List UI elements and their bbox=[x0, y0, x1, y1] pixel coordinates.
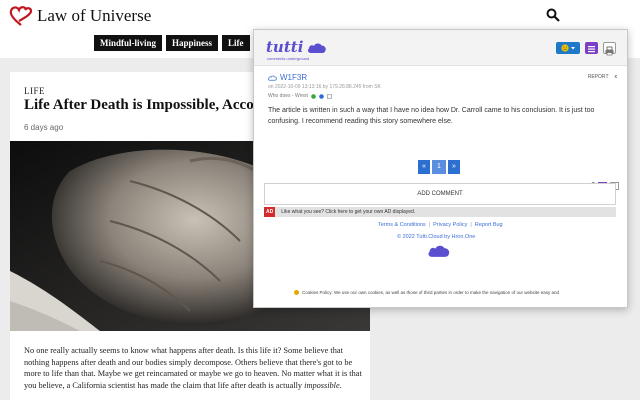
ad-badge: AD bbox=[264, 207, 276, 217]
print-icon bbox=[605, 46, 614, 56]
close-icon[interactable]: x bbox=[615, 74, 618, 80]
menu-icon bbox=[588, 46, 595, 53]
site-header: Law of Universe bbox=[0, 0, 640, 30]
current-page[interactable]: 1 bbox=[432, 160, 446, 174]
nav-mindful-living[interactable]: Mindful-living bbox=[94, 35, 163, 51]
privacy-link[interactable]: Privacy Policy bbox=[433, 222, 467, 228]
tutti-logo-text: tutti bbox=[266, 38, 304, 56]
footer-links: Terms & Conditions | Privacy Policy | Re… bbox=[378, 222, 503, 228]
add-comment-button[interactable]: ADD COMMENT bbox=[264, 183, 616, 205]
comment-text: The article is written in such a way tha… bbox=[268, 107, 595, 125]
site-logo[interactable]: Law of Universe bbox=[8, 4, 151, 28]
comment-meta: on 2022-10-09 13:13:16 by 179.28.88.245 … bbox=[268, 84, 381, 90]
article-body-end: . bbox=[339, 381, 342, 391]
report-label: REPORT bbox=[587, 74, 609, 80]
who-does-label: Who does - Wrest bbox=[268, 93, 308, 99]
heart-logo-icon bbox=[9, 6, 33, 26]
nav-life[interactable]: Life bbox=[222, 35, 250, 51]
image-icon[interactable] bbox=[326, 94, 332, 99]
separator: | bbox=[470, 222, 472, 228]
menu-button[interactable] bbox=[585, 42, 598, 54]
article-title: Life After Death is Impossible, Accordin… bbox=[24, 97, 264, 113]
tutti-comments-popup: tutti comments underground W1F3R REPORT … bbox=[253, 29, 628, 308]
tutti-tagline: comments underground bbox=[267, 56, 310, 61]
site-title: Law of Universe bbox=[37, 6, 152, 25]
copyright[interactable]: © 2022 Tutti.Cloud by Hron.One bbox=[397, 234, 475, 240]
article-body-emphasis: impossible bbox=[304, 381, 340, 391]
print-button[interactable] bbox=[603, 42, 616, 56]
smile-icon bbox=[561, 44, 569, 52]
cookies-text: Cookies Policy: We use our own cookies, … bbox=[302, 290, 560, 295]
report-bug-link[interactable]: Report Bug bbox=[475, 222, 503, 228]
avatar-icon bbox=[319, 93, 324, 99]
article-date: 6 days ago bbox=[24, 123, 64, 132]
comment-author[interactable]: W1F3R bbox=[268, 73, 307, 82]
terms-link[interactable]: Terms & Conditions bbox=[378, 222, 426, 228]
cloud-icon bbox=[268, 75, 277, 81]
reaction-button[interactable] bbox=[556, 42, 580, 54]
nav-happiness[interactable]: Happiness bbox=[166, 35, 219, 51]
caret-down-icon bbox=[571, 47, 575, 50]
ad-banner[interactable]: AD Like what you see? Click here to get … bbox=[264, 207, 616, 217]
cookie-icon bbox=[294, 290, 299, 295]
report-link[interactable]: REPORT x bbox=[588, 74, 617, 80]
prev-page-button[interactable]: « bbox=[418, 160, 430, 174]
pagination: « 1 » bbox=[418, 160, 460, 174]
next-page-button[interactable]: » bbox=[448, 160, 460, 174]
ad-text: Like what you see? Click here to get you… bbox=[281, 209, 416, 215]
article-category[interactable]: LIFE bbox=[24, 86, 45, 96]
cloud-icon bbox=[307, 43, 326, 53]
comment-username: W1F3R bbox=[280, 73, 308, 82]
separator: | bbox=[428, 222, 431, 228]
comment-item: W1F3R REPORT x on 2022-10-09 13:13:16 by … bbox=[264, 70, 620, 190]
popup-toolbar: tutti comments underground bbox=[254, 30, 627, 66]
avatar-icon bbox=[311, 93, 316, 99]
search-icon[interactable] bbox=[546, 8, 560, 22]
tutti-brand[interactable]: tutti comments underground bbox=[266, 38, 326, 61]
category-nav: Mindful-living Happiness Life Ep bbox=[94, 35, 277, 51]
comment-who-does: Who does - Wrest bbox=[268, 93, 332, 99]
article-body: No one really actually seems to know wha… bbox=[24, 345, 364, 392]
cookies-notice: Cookies Policy: We use our own cookies, … bbox=[294, 290, 624, 295]
cloud-icon bbox=[428, 245, 450, 257]
